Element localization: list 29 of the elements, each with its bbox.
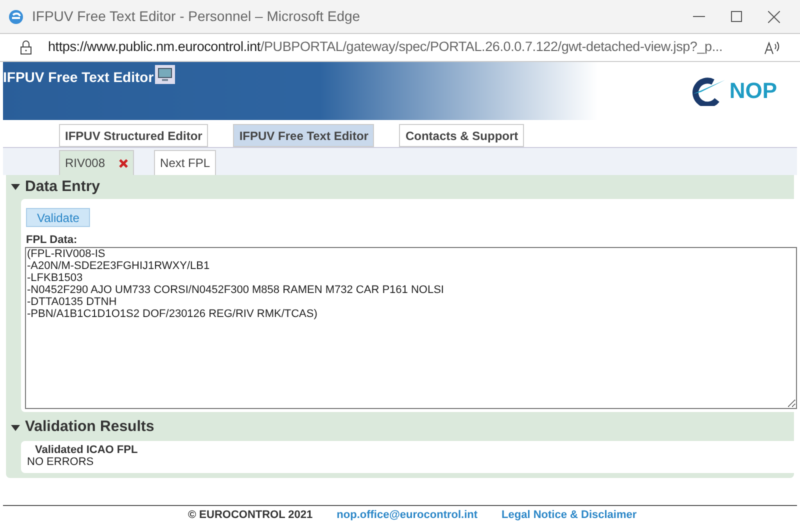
- legal-link[interactable]: Legal Notice & Disclaimer: [502, 507, 637, 524]
- app-title: IFPUV Free Text Editor: [3, 68, 154, 87]
- url-text[interactable]: https://www.public.nm.eurocontrol.int/PUBPORTAL/gateway/spec/PORTAL.26.0.0.7.122/gwt-detached-view.jsp?_p...: [48, 37, 723, 58]
- email-link[interactable]: nop.office@eurocontrol.int: [336, 507, 478, 524]
- nav-tab[interactable]: IFPUV Structured Editor: [59, 124, 208, 147]
- monitor-icon[interactable]: [154, 65, 175, 84]
- minimize-icon[interactable]: [693, 16, 705, 18]
- caret-icon[interactable]: [11, 184, 20, 190]
- logo-text: NOP: [729, 77, 777, 105]
- close-icon[interactable]: [768, 10, 780, 22]
- document-tab[interactable]: Next FPL: [154, 150, 216, 175]
- window-title: IFPUV Free Text Editor - Personnel – Microsoft Edge: [32, 7, 360, 26]
- field-label: FPL Data:: [25, 233, 78, 247]
- close-icon[interactable]: [119, 158, 128, 168]
- section-title: Validation Results: [25, 417, 154, 438]
- nav-tab[interactable]: IFPUV Free Text Editor: [233, 124, 374, 147]
- caret-icon[interactable]: [11, 424, 20, 430]
- result-message: NO ERRORS: [27, 456, 94, 468]
- section-title: Data Entry: [25, 176, 100, 197]
- maximize-icon[interactable]: [731, 11, 742, 22]
- browser-logo-icon: [8, 8, 24, 24]
- lock-icon: [20, 40, 32, 55]
- logo-icon: [691, 76, 726, 106]
- document-tab[interactable]: RIV008: [59, 150, 134, 175]
- read-aloud-icon[interactable]: [764, 40, 780, 54]
- result-heading: Validated ICAO FPL: [34, 444, 138, 456]
- nav-tab[interactable]: Contacts & Support: [399, 124, 524, 147]
- copyright-text: © EUROCONTROL 2021: [188, 508, 313, 524]
- input-field[interactable]: (FPL-RIV008-IS -A20N/M-SDE2E3FGHIJ1RWXY/LB1 -LFKB1503 -N0452F290 AJO UM733 CORSI/N0452F300 M858 RAMEN M732 CAR P161 NOLSI -DTTA0135 DTNH -PBN/A1B1C1D1O1S2 DOF/230126 REG/RIV RMK/TCAS): [25, 247, 797, 409]
